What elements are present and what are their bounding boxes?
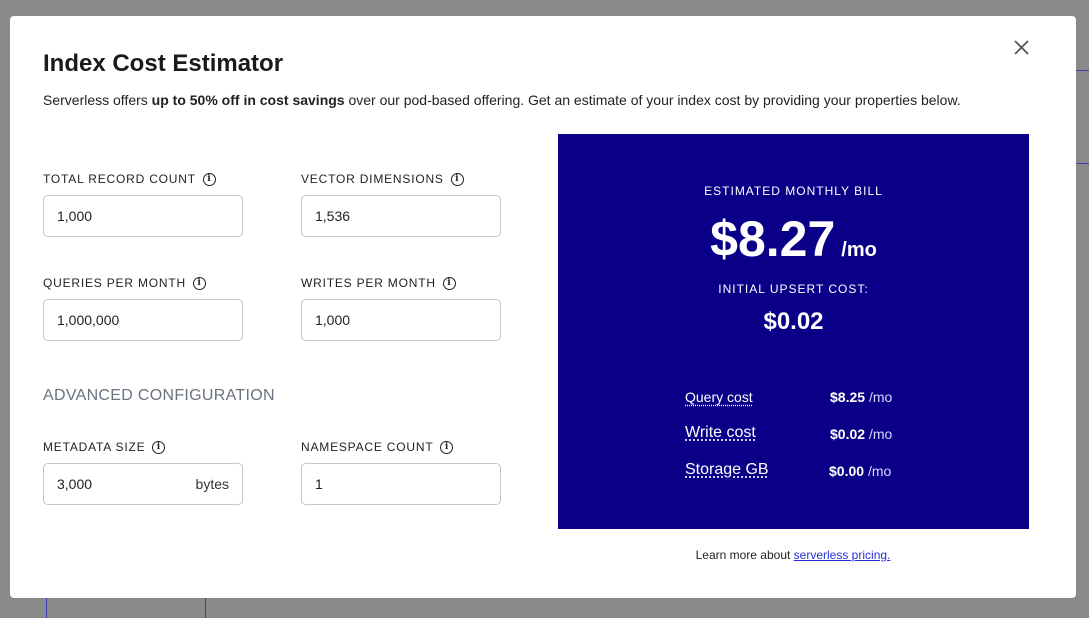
monthly-bill-unit: /mo <box>841 239 877 261</box>
metadata-unit: bytes <box>195 476 229 492</box>
close-icon[interactable] <box>1010 36 1032 58</box>
estimate-caption: ESTIMATED MONTHLY BILL <box>704 184 883 198</box>
query-cost-amount: $8.25 <box>830 389 866 405</box>
monthly-bill: $8.27 /mo <box>558 210 1029 268</box>
upsert-amount: $0.02 <box>763 308 824 335</box>
write-cost-amount: $0.02 <box>830 426 866 442</box>
storage-gb-amount: $0.00 <box>829 463 865 479</box>
writes-per-month-label: WRITES PER MONTH <box>301 276 436 290</box>
query-cost-label[interactable]: Query cost <box>685 389 753 405</box>
namespace-count-field: NAMESPACE COUNT i 1 <box>301 439 501 505</box>
info-icon[interactable]: i <box>202 172 216 186</box>
writes-per-month-field: WRITES PER MONTH i 1,000 <box>301 275 501 341</box>
metadata-size-label: METADATA SIZE <box>43 440 146 454</box>
info-icon[interactable]: i <box>192 276 206 290</box>
record-count-field: TOTAL RECORD COUNT i 1,000 <box>43 171 243 237</box>
queries-per-month-label: QUERIES PER MONTH <box>43 276 186 290</box>
info-icon[interactable]: i <box>450 172 464 186</box>
learn-more-text: Learn more about serverless pricing. <box>695 548 891 562</box>
vector-dimensions-label: VECTOR DIMENSIONS <box>301 172 444 186</box>
info-icon[interactable]: i <box>442 276 456 290</box>
modal-subtitle: Serverless offers up to 50% off in cost … <box>43 92 961 108</box>
namespace-count-input[interactable]: 1 <box>301 463 501 505</box>
vector-dimensions-field: VECTOR DIMENSIONS i 1,536 <box>301 171 501 237</box>
writes-per-month-input[interactable]: 1,000 <box>301 299 501 341</box>
breakdown-row: Query cost $8.25 /mo <box>685 389 893 405</box>
vector-dimensions-input[interactable]: 1,536 <box>301 195 501 237</box>
queries-per-month-input[interactable]: 1,000,000 <box>43 299 243 341</box>
write-cost-label[interactable]: Write cost <box>685 424 756 442</box>
upsert-caption: INITIAL UPSERT COST: <box>718 282 869 296</box>
record-count-input[interactable]: 1,000 <box>43 195 243 237</box>
serverless-pricing-link[interactable]: serverless pricing. <box>794 548 891 562</box>
modal-title: Index Cost Estimator <box>43 50 284 77</box>
info-icon[interactable]: i <box>152 440 166 454</box>
storage-gb-label[interactable]: Storage GB <box>685 461 769 479</box>
advanced-configuration-heading: ADVANCED CONFIGURATION <box>43 387 275 404</box>
record-count-label: TOTAL RECORD COUNT <box>43 172 196 186</box>
metadata-size-field: METADATA SIZE i 3,000 bytes <box>43 439 243 505</box>
breakdown-row: Write cost $0.02 /mo <box>685 424 893 442</box>
breakdown-row: Storage GB $0.00 /mo <box>685 461 892 479</box>
namespace-count-label: NAMESPACE COUNT <box>301 440 434 454</box>
monthly-bill-amount: $8.27 <box>710 211 836 267</box>
metadata-size-input[interactable]: 3,000 bytes <box>43 463 243 505</box>
info-icon[interactable]: i <box>440 440 454 454</box>
estimate-panel: ESTIMATED MONTHLY BILL $8.27 /mo INITIAL… <box>558 134 1029 529</box>
queries-per-month-field: QUERIES PER MONTH i 1,000,000 <box>43 275 243 341</box>
background-element <box>46 598 206 618</box>
